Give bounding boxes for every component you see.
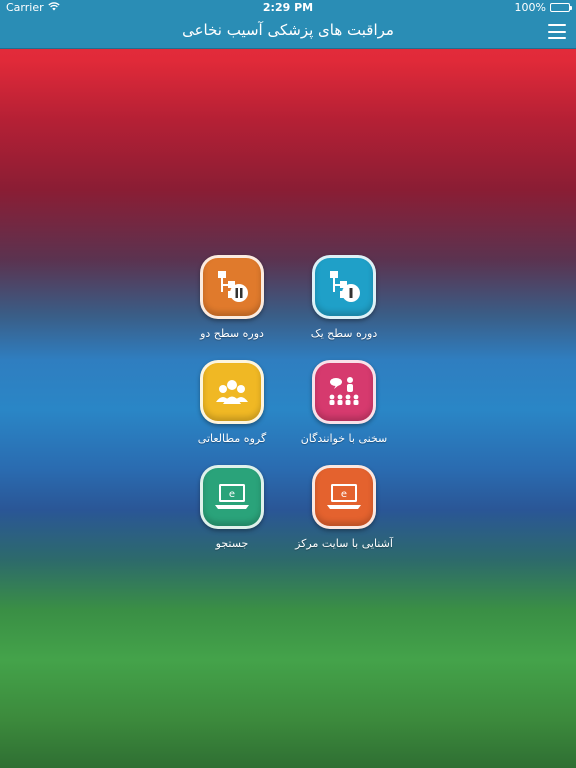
tile-label: سخنی با خوانندگان bbox=[300, 432, 388, 445]
page-title: مراقبت های پزشکی آسیب نخاعی bbox=[182, 21, 394, 39]
presentation-audience-icon bbox=[312, 360, 376, 424]
tile-study-group[interactable]: گروه مطالعاتی bbox=[172, 360, 292, 445]
tile-label: دوره سطح یک bbox=[310, 327, 378, 340]
flowchart-level-two-icon bbox=[200, 255, 264, 319]
hamburger-menu-icon[interactable] bbox=[548, 24, 566, 39]
battery-percent: 100% bbox=[514, 1, 546, 14]
flowchart-level-one-icon bbox=[312, 255, 376, 319]
tile-about-center-site[interactable]: e آشنایی با سایت مرکز bbox=[284, 465, 404, 550]
tile-talk-with-readers[interactable]: سخنی با خوانندگان bbox=[284, 360, 404, 445]
tile-label: جستجو bbox=[215, 537, 249, 550]
tile-level-one-course[interactable]: دوره سطح یک bbox=[284, 255, 404, 340]
tile-label: دوره سطح دو bbox=[200, 327, 264, 340]
tile-search[interactable]: e جستجو bbox=[172, 465, 292, 550]
tile-label: آشنایی با سایت مرکز bbox=[295, 537, 393, 550]
tile-level-two-course[interactable]: دوره سطح دو bbox=[172, 255, 292, 340]
laptop-search-icon: e bbox=[200, 465, 264, 529]
tile-label: گروه مطالعاتی bbox=[197, 432, 267, 445]
battery-icon bbox=[550, 3, 572, 12]
svg-text:e: e bbox=[341, 489, 347, 500]
laptop-browser-icon: e bbox=[312, 465, 376, 529]
nav-bar: مراقبت های پزشکی آسیب نخاعی bbox=[0, 16, 576, 49]
clock: 2:29 PM bbox=[262, 1, 314, 14]
group-people-icon bbox=[200, 360, 264, 424]
app-screen: Carrier 2:29 PM 100% مراقبت های پزشکی آس… bbox=[0, 0, 576, 768]
battery-group: 100% bbox=[514, 1, 572, 14]
svg-text:e: e bbox=[229, 489, 235, 500]
status-bar: Carrier 2:29 PM 100% bbox=[0, 0, 576, 16]
